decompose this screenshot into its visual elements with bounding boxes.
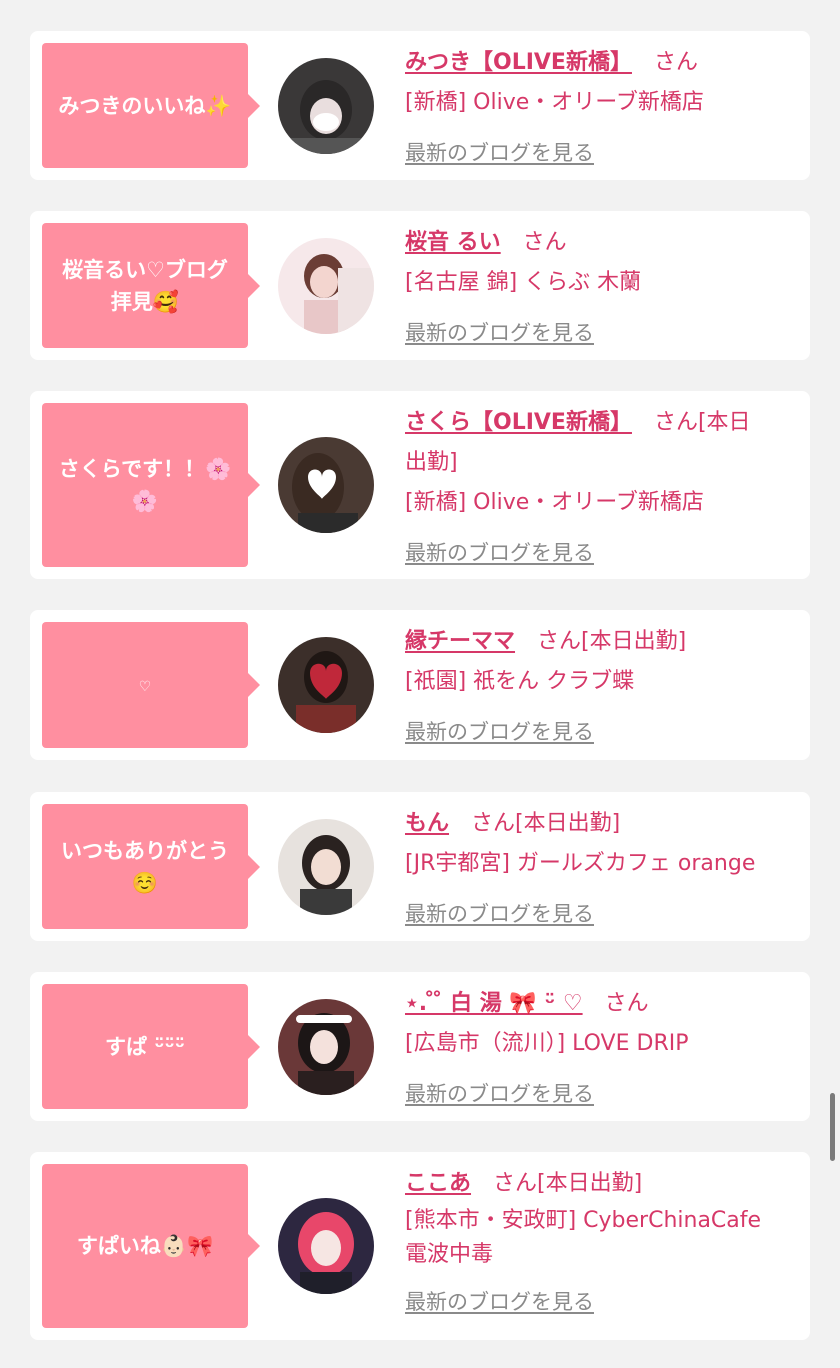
blog-entry-card: ♡ 縁チーママ さん[本日出勤] [祇園] 祇をん クラブ蝶 最新のブログを見る	[30, 610, 810, 760]
entry-info: 縁チーママ さん[本日出勤] [祇園] 祇をん クラブ蝶 最新のブログを見る	[405, 622, 797, 753]
comment-text-line2: ☺️	[131, 870, 159, 895]
avatar[interactable]	[278, 1198, 374, 1294]
avatar-photo-icon	[278, 999, 374, 1095]
store-name: [新橋] Olive・オリーブ新橋店	[405, 490, 704, 515]
latest-blog-link[interactable]: 最新のブログを見る	[405, 1282, 594, 1322]
comment-bubble: みつきのいいね✨	[42, 43, 260, 168]
avatar[interactable]	[278, 437, 374, 533]
comment-bubble: すぱ ᵕ̈ᵕ̈ᵕ̈	[42, 984, 260, 1109]
avatar[interactable]	[278, 637, 374, 733]
cast-name-link[interactable]: 縁チーママ	[405, 629, 515, 654]
comment-text: すぱ ᵕ̈ᵕ̈ᵕ̈	[104, 1034, 186, 1059]
comment-text: ♡	[138, 678, 152, 695]
store-name: [祇園] 祇をん クラブ蝶	[405, 669, 635, 694]
latest-blog-link[interactable]: 最新のブログを見る	[405, 533, 594, 573]
comment-text-line2: 拝見🥰	[110, 289, 180, 314]
cast-name-link[interactable]: もん	[405, 811, 449, 836]
comment-text: すぱいね👶🏻🎀	[76, 1234, 214, 1258]
cast-name-link[interactable]: ここあ	[405, 1171, 471, 1196]
honorific: さん	[653, 50, 698, 75]
comment-bubble: ♡	[42, 622, 260, 748]
store-name-line2: 電波中毒	[405, 1242, 494, 1267]
cast-name-link[interactable]: 桜音 るい	[405, 230, 501, 255]
latest-blog-link[interactable]: 最新のブログを見る	[405, 712, 594, 752]
comment-bubble: 桜音るい♡ブログ 拝見🥰	[42, 223, 260, 348]
store-name: [名古屋 錦] くらぶ 木蘭	[405, 270, 642, 295]
blog-entry-card: みつきのいいね✨ みつき【OLIVE新橋】 さん [新橋] Olive・オリーブ新…	[30, 31, 810, 180]
comment-text-line2: 🌸	[131, 489, 159, 513]
honorific: さん[本日出勤]	[537, 629, 687, 654]
blog-entry-card: さくらです！！🌸 🌸 さくら【OLIVE新橋】 さん[本日 出勤] [新橋] Oli…	[30, 391, 810, 579]
entry-info: ⋆. ̊ ̊ 白 湯 🎀 ᵕ̈ ♡ さん [広島市（流川）] LOVE DRIP …	[405, 984, 797, 1115]
cast-name-link[interactable]: ⋆. ̊ ̊ 白 湯 🎀 ᵕ̈ ♡	[405, 991, 583, 1016]
latest-blog-link[interactable]: 最新のブログを見る	[405, 1074, 594, 1114]
comment-text: 桜音るい♡ブログ	[62, 257, 228, 282]
entry-info: さくら【OLIVE新橋】 さん[本日 出勤] [新橋] Olive・オリーブ新橋店…	[405, 403, 797, 574]
store-name: [新橋] Olive・オリーブ新橋店	[405, 90, 704, 115]
scrollbar[interactable]	[830, 1093, 835, 1161]
store-name: [JR宇都宮] ガールズカフェ orange	[405, 851, 756, 876]
entry-info: 桜音 るい さん [名古屋 錦] くらぶ 木蘭 最新のブログを見る	[405, 223, 797, 354]
work-status: 出勤]	[405, 450, 458, 475]
avatar[interactable]	[278, 238, 374, 334]
latest-blog-link[interactable]: 最新のブログを見る	[405, 133, 594, 173]
honorific: さん[本日出勤]	[471, 811, 621, 836]
avatar-photo-icon	[278, 437, 374, 533]
comment-bubble: すぱいね👶🏻🎀	[42, 1164, 260, 1328]
store-name: [広島市（流川）] LOVE DRIP	[405, 1031, 689, 1056]
store-name: [熊本市・安政町] CyberChinaCafe	[405, 1208, 762, 1233]
cast-name-link[interactable]: さくら【OLIVE新橋】	[405, 410, 632, 435]
avatar-photo-icon	[278, 1198, 374, 1294]
avatar-photo-icon	[278, 637, 374, 733]
avatar[interactable]	[278, 58, 374, 154]
honorific: さん	[604, 991, 649, 1016]
avatar-photo-icon	[278, 238, 374, 334]
avatar-photo-icon	[278, 58, 374, 154]
comment-text: みつきのいいね✨	[58, 93, 232, 118]
honorific: さん[本日出勤]	[493, 1171, 643, 1196]
entry-info: ここあ さん[本日出勤] [熊本市・安政町] CyberChinaCafe 電波中…	[405, 1164, 797, 1323]
avatar[interactable]	[278, 819, 374, 915]
entry-info: みつき【OLIVE新橋】 さん [新橋] Olive・オリーブ新橋店 最新のブログ…	[405, 43, 797, 174]
comment-bubble: いつもありがとう ☺️	[42, 804, 260, 929]
comment-text: いつもありがとう	[61, 838, 229, 863]
blog-entry-card: すぱいね👶🏻🎀 ここあ さん[本日出勤] [熊本市・安政町] CyberChina…	[30, 1152, 810, 1340]
comment-text: さくらです！！🌸	[58, 457, 232, 481]
comment-bubble: さくらです！！🌸 🌸	[42, 403, 260, 567]
avatar[interactable]	[278, 999, 374, 1095]
honorific: さん	[522, 230, 567, 255]
honorific: さん[本日	[653, 410, 751, 435]
blog-entry-card: 桜音るい♡ブログ 拝見🥰 桜音 るい さん [名古屋 錦] くらぶ 木蘭 最新のブロ…	[30, 211, 810, 360]
latest-blog-link[interactable]: 最新のブログを見る	[405, 313, 594, 353]
entry-info: もん さん[本日出勤] [JR宇都宮] ガールズカフェ orange 最新のブログ…	[405, 804, 797, 935]
avatar-photo-icon	[278, 819, 374, 915]
cast-name-link[interactable]: みつき【OLIVE新橋】	[405, 50, 632, 75]
blog-entry-card: いつもありがとう ☺️ もん さん[本日出勤] [JR宇都宮] ガールズカフェ or…	[30, 792, 810, 941]
latest-blog-link[interactable]: 最新のブログを見る	[405, 894, 594, 934]
blog-entry-card: すぱ ᵕ̈ᵕ̈ᵕ̈ ⋆. ̊ ̊ 白 湯 🎀 ᵕ̈ ♡ さん [広島市（流川）] …	[30, 972, 810, 1121]
